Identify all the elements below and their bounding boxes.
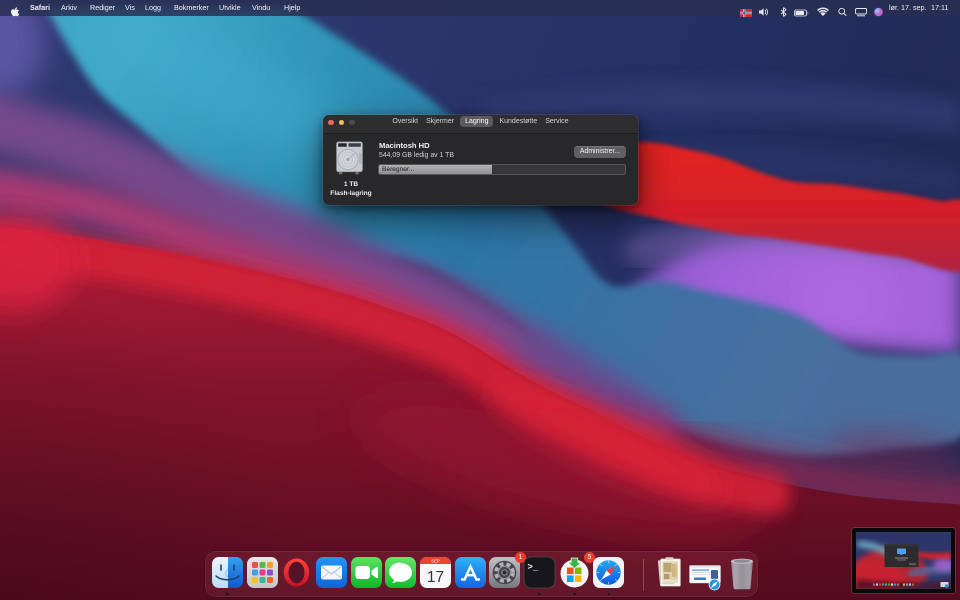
svg-text:SEP: SEP <box>431 558 440 563</box>
svg-text:>_: >_ <box>527 563 538 573</box>
svg-text:17: 17 <box>427 569 444 586</box>
